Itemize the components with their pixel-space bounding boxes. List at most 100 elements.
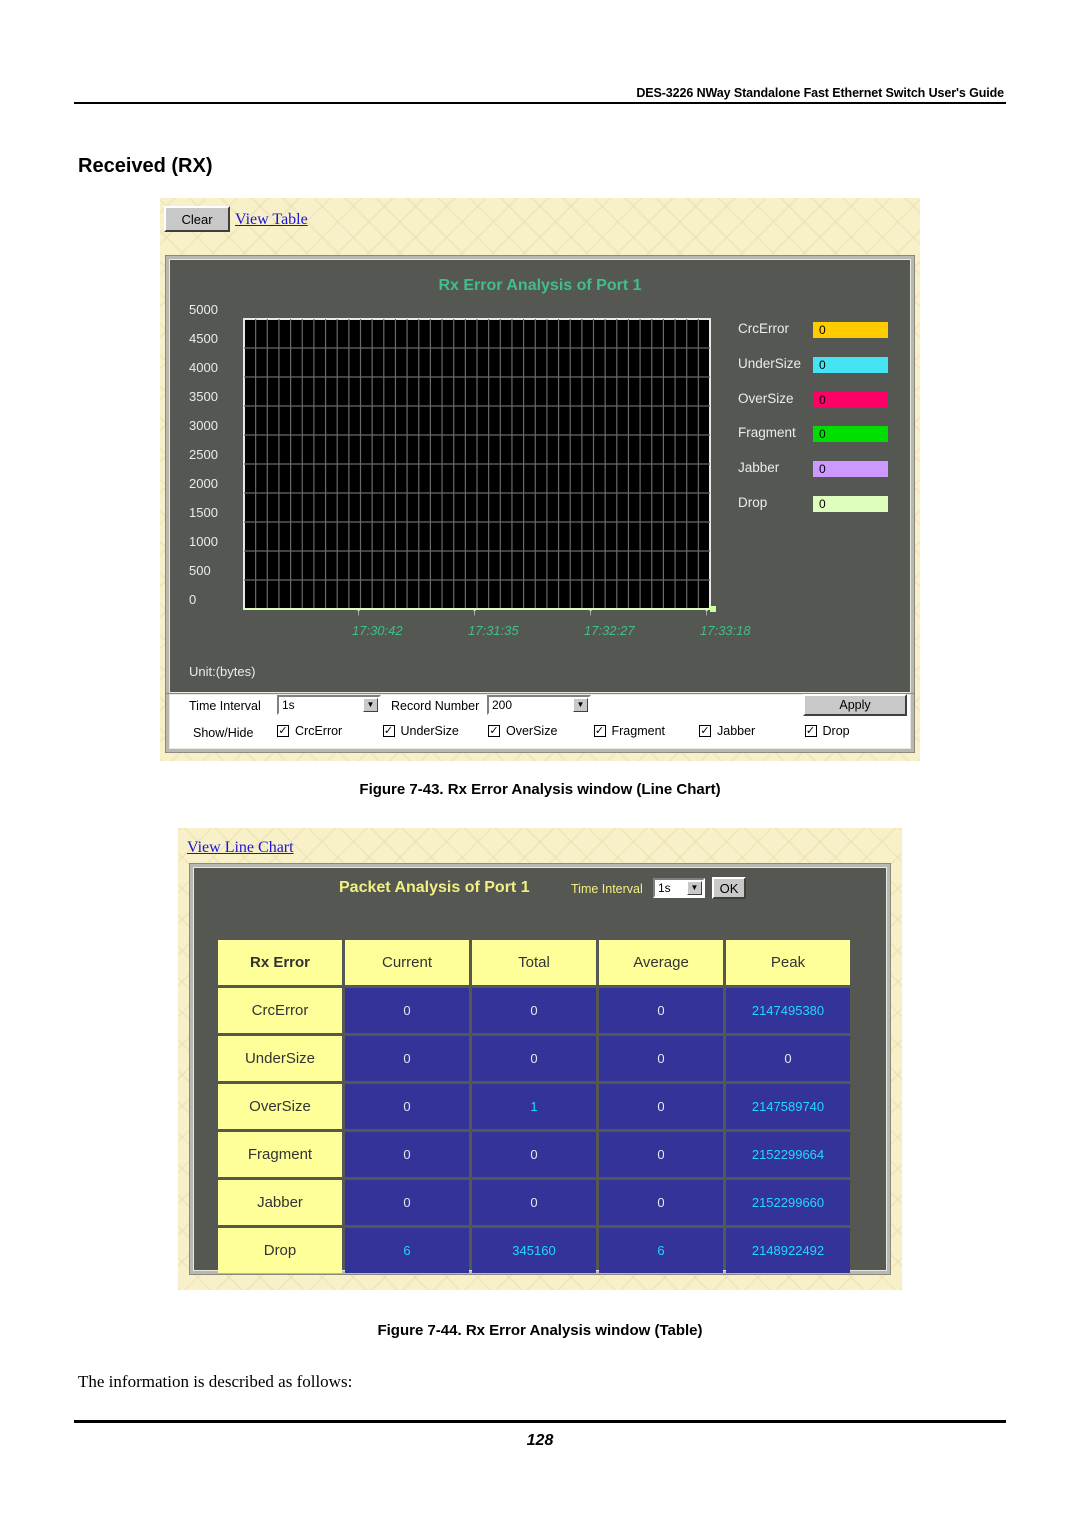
rx-error-table-window: View Line Chart Packet Analysis of Port … (178, 828, 902, 1290)
table-cell: 6 (599, 1228, 723, 1273)
dropdown-arrow-icon[interactable]: ▼ (573, 698, 588, 712)
table-cell: 0 (726, 1036, 850, 1081)
row-header: Jabber (218, 1180, 342, 1225)
view-line-chart-link[interactable]: View Line Chart (187, 839, 294, 857)
checkbox-icon[interactable]: ✓ (593, 725, 606, 737)
legend-label: Drop (738, 495, 768, 510)
table-cell: 345160 (472, 1228, 596, 1273)
table-cell: 0 (345, 1084, 469, 1129)
ok-button[interactable]: OK (712, 877, 746, 899)
checkbox-icon[interactable]: ✓ (699, 725, 711, 737)
checkbox-undersize[interactable]: ✓ UnderSize (382, 724, 459, 738)
chart-panel: Rx Error Analysis of Port 1 5000 4500 4000… (166, 256, 914, 696)
checkbox-label: OverSize (506, 724, 558, 738)
tick-arrow-icon: ↑ (588, 607, 593, 618)
table-cell: 0 (345, 1132, 469, 1177)
chart-title: Rx Error Analysis of Port 1 (438, 277, 642, 294)
column-header: Current (345, 940, 469, 985)
checkbox-crcerror[interactable]: ✓ CrcError (277, 724, 342, 738)
checkbox-jabber[interactable]: ✓ Jabber (699, 724, 755, 738)
column-header: Total (472, 940, 596, 985)
y-tick-label: 3000 (189, 418, 218, 433)
table-cell: 0 (599, 1084, 723, 1129)
column-header: Rx Error (218, 940, 342, 985)
table-cell: 0 (345, 1036, 469, 1081)
dropdown-arrow-icon[interactable]: ▼ (687, 881, 702, 895)
apply-button[interactable]: Apply (803, 694, 907, 716)
legend-value-drop: 0 (813, 496, 888, 512)
packet-analysis-table: Rx Error Current Total Average Peak CrcError… (215, 937, 853, 1276)
tick-arrow-icon: ↑ (472, 607, 477, 618)
tick-arrow-icon: ↑ (356, 607, 361, 618)
legend-label: OverSize (738, 390, 794, 406)
legend-value-fragment: 0 (813, 426, 888, 443)
legend-label: Jabber (738, 460, 780, 476)
checkbox-icon[interactable]: ✓ (804, 725, 817, 737)
table-row: OverSize 0 1 0 2147589740 (218, 1084, 850, 1129)
record-number-value: 200 (492, 698, 513, 712)
legend-value-oversize: 0 (813, 391, 888, 408)
chart-plot-area (243, 318, 716, 612)
legend-value-undersize: 0 (813, 356, 888, 373)
x-tick-label: 17:31:35 (468, 623, 519, 638)
unit-label: Unit:(bytes) (189, 664, 256, 679)
table-cell: 1 (472, 1084, 596, 1129)
legend-value-jabber: 0 (813, 461, 888, 478)
table-row: UnderSize 0 0 0 0 (218, 1036, 850, 1081)
header-divider (74, 102, 1006, 104)
table-cell: 0 (345, 988, 469, 1033)
legend-label: Fragment (738, 425, 796, 441)
series-end-marker (710, 606, 716, 612)
column-header: Peak (726, 940, 850, 985)
table-row: CrcError 0 0 0 2147495380 (218, 988, 850, 1033)
table-cell: 6 (345, 1228, 469, 1273)
checkbox-label: CrcError (295, 724, 343, 738)
table-cell: 0 (599, 1132, 723, 1177)
y-tick-label: 3500 (189, 389, 218, 404)
time-interval-select[interactable]: 1s ▼ (277, 695, 381, 715)
record-number-select[interactable]: 200 ▼ (487, 695, 591, 715)
section-title: Received (RX) (78, 155, 213, 177)
table-cell: 2152299660 (726, 1180, 850, 1225)
guide-title: DES-3226 NWay Standalone Fast Ethernet S… (636, 86, 1004, 100)
dropdown-arrow-icon[interactable]: ▼ (363, 698, 378, 712)
table-cell: 0 (599, 1180, 723, 1225)
table-row: Fragment 0 0 0 2152299664 (218, 1132, 850, 1177)
x-tick-label: 17:33:18 (700, 623, 751, 638)
page-number: 128 (526, 1432, 554, 1449)
checkbox-icon[interactable]: ✓ (488, 725, 500, 737)
y-tick-label: 1000 (189, 534, 218, 549)
table-cell: 2148922492 (726, 1228, 850, 1273)
rx-error-line-chart-window: Clear View Table Rx Error Analysis of Po… (160, 198, 920, 761)
figure-43-caption: Figure 7-43. Rx Error Analysis window (L… (359, 781, 721, 798)
packet-analysis-panel: Packet Analysis of Port 1 Time Interval … (190, 864, 890, 1274)
show-hide-label: Show/Hide (193, 726, 254, 740)
row-header: UnderSize (218, 1036, 342, 1081)
tick-arrow-icon: ↑ (704, 607, 709, 618)
time-interval-value: 1s (282, 698, 295, 712)
y-tick-label: 1500 (189, 505, 218, 520)
time-interval-label: Time Interval (189, 699, 261, 713)
table-row: Drop 6 345160 6 2148922492 (218, 1228, 850, 1273)
column-header: Average (599, 940, 723, 985)
time-interval-select[interactable]: 1s ▼ (653, 878, 705, 898)
checkbox-label: Drop (822, 724, 850, 738)
table-cell: 0 (599, 1036, 723, 1081)
checkbox-label: UnderSize (400, 724, 459, 738)
checkbox-fragment[interactable]: ✓ Fragment (593, 724, 666, 738)
view-table-link[interactable]: View Table (235, 211, 308, 229)
row-header: Drop (218, 1228, 342, 1273)
checkbox-drop[interactable]: ✓ Drop (804, 724, 850, 738)
table-cell: 2152299664 (726, 1132, 850, 1177)
y-tick-label: 5000 (189, 302, 218, 317)
body-paragraph: The information is described as follows: (78, 1372, 353, 1391)
row-header: CrcError (218, 988, 342, 1033)
checkbox-label: Fragment (611, 724, 666, 738)
checkbox-icon[interactable]: ✓ (382, 725, 395, 737)
y-tick-label: 4500 (189, 331, 218, 346)
clear-button[interactable]: Clear (164, 206, 230, 232)
legend-value-crcerror: 0 (813, 322, 888, 338)
table-cell: 2147495380 (726, 988, 850, 1033)
checkbox-oversize[interactable]: ✓ OverSize (488, 724, 557, 738)
checkbox-icon[interactable]: ✓ (277, 725, 289, 737)
